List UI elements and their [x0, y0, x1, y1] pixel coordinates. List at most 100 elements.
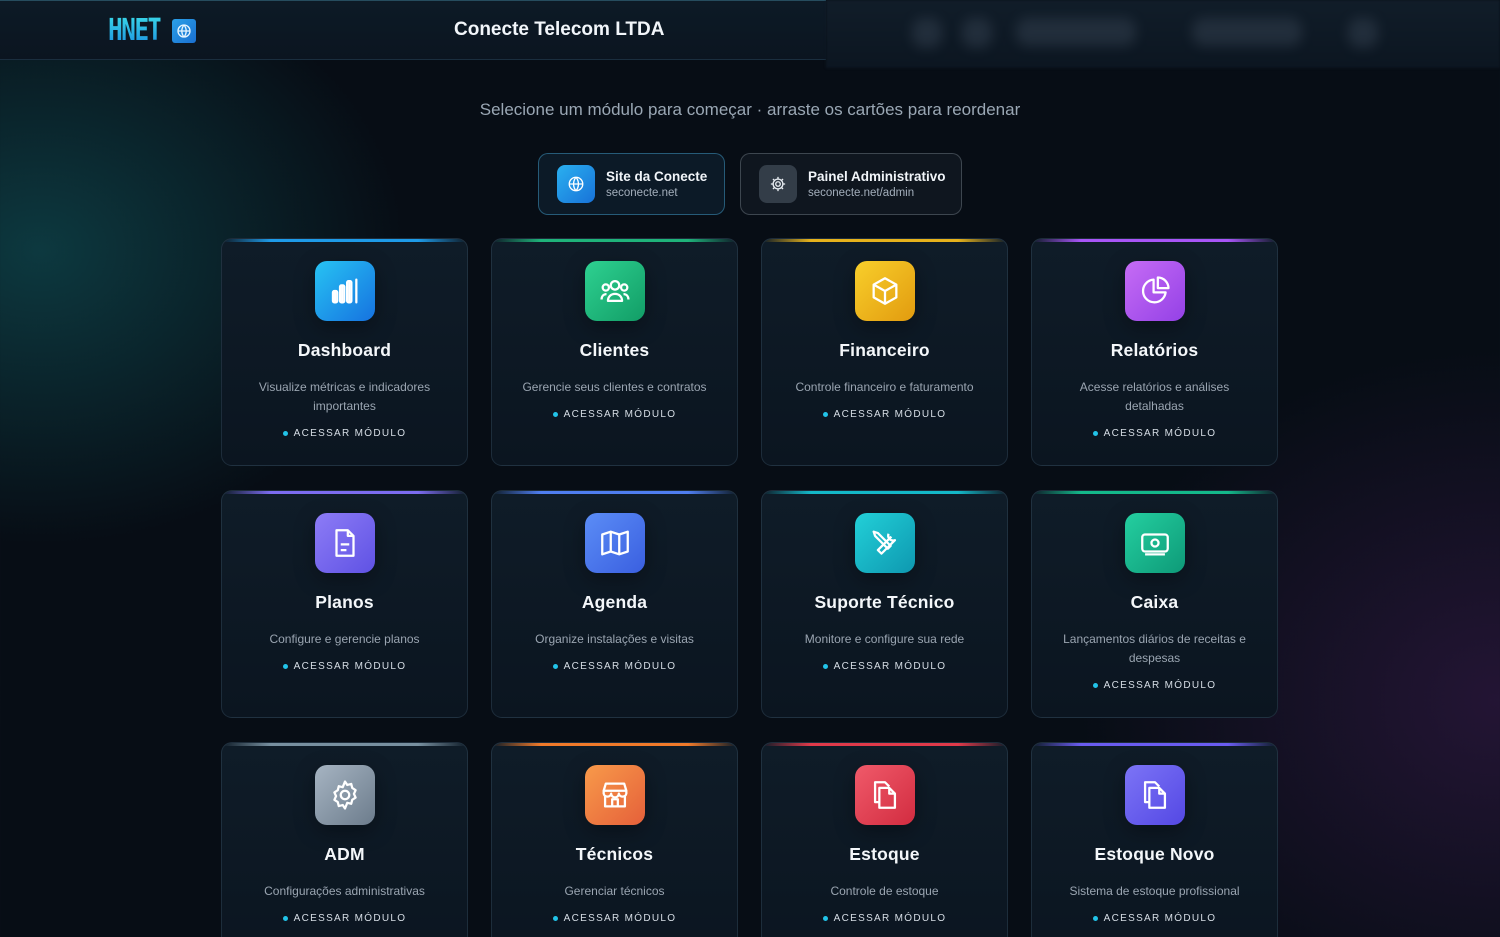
- module-card-estoque[interactable]: Estoque Controle de estoque ACESSAR MÓDULO: [761, 742, 1008, 937]
- module-card-suporte-tecnico[interactable]: Suporte Técnico Monitore e configure sua …: [761, 490, 1008, 718]
- blurred-toolbar: [826, 0, 1500, 68]
- module-card-adm[interactable]: ADM Configurações administrativas ACESSAR …: [221, 742, 468, 937]
- module-grid: Dashboard Visualize métricas e indicadore…: [221, 238, 1279, 937]
- card-accent-bar: [762, 239, 1007, 242]
- card-accent-bar: [492, 239, 737, 242]
- access-module-label: ACESSAR MÓDULO: [1103, 913, 1217, 924]
- top-bar: HNET Conecte Telecom LTDA: [0, 0, 826, 60]
- document-icon: [314, 513, 375, 573]
- module-card-agenda[interactable]: Agenda Organize instalações e visitas ACES…: [491, 490, 738, 718]
- status-dot-icon: [552, 412, 558, 417]
- module-description: Gerenciar técnicos: [564, 884, 665, 898]
- status-dot-icon: [1092, 683, 1098, 688]
- status-dot-icon: [282, 431, 288, 436]
- module-card-financeiro[interactable]: Financeiro Controle financeiro e faturame…: [761, 238, 1008, 466]
- logo[interactable]: HNET: [108, 15, 162, 47]
- module-description: Controle de estoque: [830, 884, 939, 898]
- access-module-link[interactable]: ACESSAR MÓDULO: [822, 913, 947, 924]
- access-module-link[interactable]: ACESSAR MÓDULO: [282, 428, 407, 439]
- map-icon: [584, 513, 645, 573]
- card-accent-bar: [492, 491, 737, 494]
- admin-panel-title: Painel Administrativo: [808, 169, 946, 184]
- access-module-link[interactable]: ACESSAR MÓDULO: [1092, 680, 1217, 691]
- access-module-link[interactable]: ACESSAR MÓDULO: [282, 913, 407, 924]
- module-card-dashboard[interactable]: Dashboard Visualize métricas e indicadore…: [221, 238, 468, 466]
- module-card-estoque-novo[interactable]: Estoque Novo Sistema de estoque profissio…: [1031, 742, 1278, 937]
- module-card-relatorios[interactable]: Relatórios Acesse relatórios e análises d…: [1031, 238, 1278, 466]
- module-description: Sistema de estoque profissional: [1069, 884, 1240, 898]
- access-module-label: ACESSAR MÓDULO: [563, 409, 677, 420]
- access-module-label: ACESSAR MÓDULO: [563, 913, 677, 924]
- box-icon: [854, 261, 915, 321]
- module-title: Agenda: [581, 592, 648, 612]
- access-module-label: ACESSAR MÓDULO: [293, 661, 407, 672]
- status-dot-icon: [282, 916, 288, 921]
- access-module-link[interactable]: ACESSAR MÓDULO: [552, 409, 677, 420]
- access-module-label: ACESSAR MÓDULO: [833, 661, 947, 672]
- pie-chart-icon: [1124, 261, 1185, 321]
- admin-panel-button[interactable]: Painel Administrativo seconecte.net/admi…: [740, 153, 962, 215]
- site-link-button[interactable]: Site da Conecte seconecte.net: [538, 153, 725, 215]
- access-module-link[interactable]: ACESSAR MÓDULO: [1092, 428, 1217, 439]
- module-title: Dashboard: [297, 340, 392, 360]
- tools-icon: [854, 513, 915, 573]
- users-icon: [584, 261, 645, 321]
- status-dot-icon: [1092, 431, 1098, 436]
- access-module-label: ACESSAR MÓDULO: [563, 661, 677, 672]
- card-accent-bar: [222, 491, 467, 494]
- card-accent-bar: [762, 743, 1007, 746]
- access-module-link[interactable]: ACESSAR MÓDULO: [552, 661, 677, 672]
- status-dot-icon: [822, 412, 828, 417]
- status-dot-icon: [822, 916, 828, 921]
- module-title: Financeiro: [839, 340, 930, 360]
- access-module-link[interactable]: ACESSAR MÓDULO: [282, 661, 407, 672]
- card-accent-bar: [1032, 491, 1277, 494]
- module-description: Organize instalações e visitas: [535, 632, 694, 646]
- cash-icon: [1124, 513, 1185, 573]
- module-description: Acesse relatórios e análises detalhadas: [1079, 380, 1230, 413]
- access-module-link[interactable]: ACESSAR MÓDULO: [822, 661, 947, 672]
- module-title: Clientes: [579, 340, 650, 360]
- access-module-label: ACESSAR MÓDULO: [833, 409, 947, 420]
- module-card-tecnicos[interactable]: Técnicos Gerenciar técnicos ACESSAR MÓDULO: [491, 742, 738, 937]
- card-accent-bar: [222, 239, 467, 242]
- module-title: ADM: [324, 844, 365, 864]
- module-card-clientes[interactable]: Clientes Gerencie seus clientes e contrat…: [491, 238, 738, 466]
- module-title: Caixa: [1130, 592, 1179, 612]
- bar-chart-icon: [314, 261, 375, 321]
- card-accent-bar: [1032, 743, 1277, 746]
- site-link-url: seconecte.net: [606, 187, 678, 199]
- access-module-link[interactable]: ACESSAR MÓDULO: [822, 409, 947, 420]
- module-title: Planos: [315, 592, 374, 612]
- access-module-link[interactable]: ACESSAR MÓDULO: [552, 913, 677, 924]
- status-dot-icon: [552, 664, 558, 669]
- module-card-caixa[interactable]: Caixa Lançamentos diários de receitas e d…: [1031, 490, 1278, 718]
- globe-icon: [557, 165, 595, 203]
- store-icon: [584, 765, 645, 825]
- module-description: Configure e gerencie planos: [269, 632, 420, 646]
- module-title: Estoque Novo: [1094, 844, 1215, 864]
- access-module-label: ACESSAR MÓDULO: [293, 428, 407, 439]
- gear-icon: [759, 165, 797, 203]
- page-subtitle: Selecione um módulo para começar · arras…: [479, 100, 1021, 119]
- module-description: Configurações administrativas: [264, 884, 425, 898]
- module-title: Técnicos: [575, 844, 654, 864]
- module-description: Lançamentos diários de receitas e despes…: [1063, 632, 1246, 665]
- access-module-label: ACESSAR MÓDULO: [1103, 680, 1217, 691]
- module-title: Estoque: [849, 844, 920, 864]
- status-dot-icon: [282, 664, 288, 669]
- module-description: Controle financeiro e faturamento: [795, 380, 974, 394]
- access-module-link[interactable]: ACESSAR MÓDULO: [1092, 913, 1217, 924]
- admin-panel-url: seconecte.net/admin: [808, 187, 915, 199]
- globe-icon: [172, 19, 196, 43]
- module-title: Relatórios: [1110, 340, 1199, 360]
- status-dot-icon: [552, 916, 558, 921]
- card-accent-bar: [762, 491, 1007, 494]
- module-card-planos[interactable]: Planos Configure e gerencie planos ACESSAR…: [221, 490, 468, 718]
- module-description: Gerencie seus clientes e contratos: [522, 380, 707, 394]
- access-module-label: ACESSAR MÓDULO: [833, 913, 947, 924]
- module-description: Monitore e configure sua rede: [804, 632, 965, 646]
- settings-icon: [314, 765, 375, 825]
- access-module-label: ACESSAR MÓDULO: [293, 913, 407, 924]
- status-dot-icon: [1092, 916, 1098, 921]
